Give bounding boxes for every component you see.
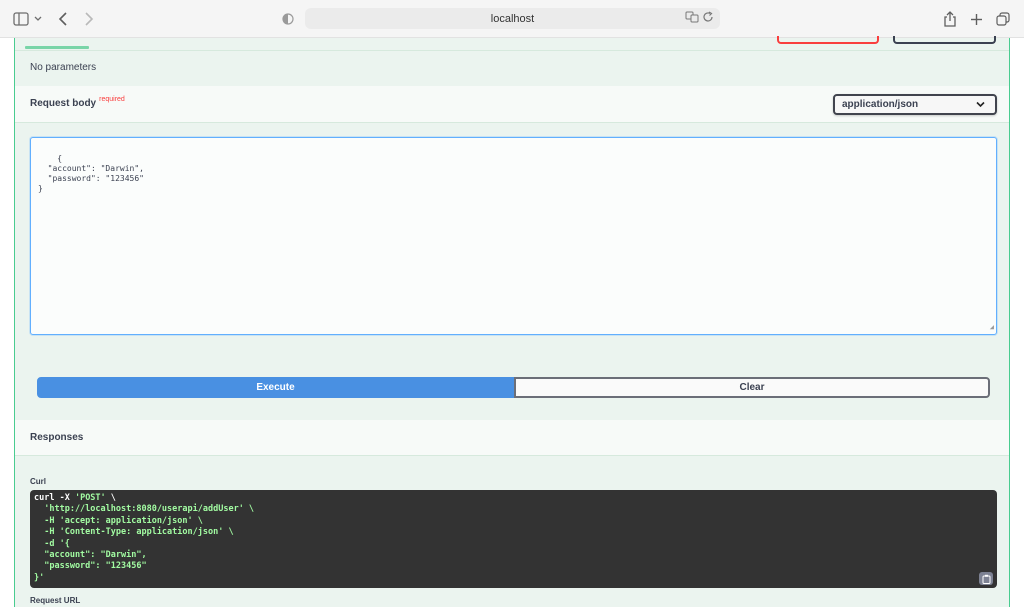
curl-label: Curl — [30, 477, 46, 486]
new-tab-icon[interactable] — [970, 9, 983, 29]
request-body-title: Request body required — [30, 96, 125, 109]
chevron-down-icon[interactable] — [34, 9, 42, 29]
request-body-label: Request body — [30, 98, 97, 109]
divider — [15, 455, 1009, 456]
curl-line: curl -X 'POST' \ — [34, 493, 116, 503]
request-body-text: { "account": "Darwin", "password": "1234… — [38, 154, 144, 193]
tabs-overview-icon[interactable] — [996, 9, 1010, 29]
reload-icon[interactable] — [703, 11, 714, 26]
cancel-button[interactable] — [777, 36, 879, 44]
back-icon[interactable] — [58, 9, 68, 29]
curl-method: 'POST' — [74, 493, 106, 503]
operation-panel: No parameters Request body required appli… — [14, 36, 1010, 607]
responses-header: Responses — [15, 420, 1009, 455]
tab-indicator — [25, 46, 89, 49]
curl-line: "account": "Darwin", — [34, 550, 147, 561]
no-parameters-text: No parameters — [30, 62, 97, 73]
request-url-label: Request URL — [30, 596, 81, 605]
content-type-value: application/json — [842, 99, 919, 110]
curl-line: -H 'accept: application/json' \ — [34, 515, 203, 526]
curl-line: -H 'Content-Type: application/json' \ — [34, 527, 234, 538]
privacy-shield-icon[interactable] — [282, 9, 294, 29]
translate-icon[interactable] — [685, 11, 699, 26]
curl-code-block: curl -X 'POST' \ 'http://localhost:8080/… — [30, 490, 997, 588]
responses-title: Responses — [30, 432, 84, 443]
curl-line: -d '{ — [34, 538, 70, 549]
required-label: required — [99, 96, 125, 103]
content-type-select[interactable]: application/json — [833, 94, 997, 115]
try-it-out-button[interactable] — [893, 36, 996, 44]
share-icon[interactable] — [944, 9, 956, 29]
curl-line: }' — [34, 572, 45, 583]
divider — [15, 50, 1009, 51]
url-text: localhost — [490, 12, 535, 25]
chevron-down-icon — [976, 100, 985, 111]
clear-button[interactable]: Clear — [514, 377, 990, 398]
divider — [15, 122, 1009, 123]
address-bar[interactable]: localhost — [305, 8, 720, 29]
execute-button[interactable]: Execute — [37, 377, 514, 398]
browser-toolbar: localhost — [0, 0, 1024, 38]
request-body-textarea[interactable]: { "account": "Darwin", "password": "1234… — [30, 137, 997, 335]
forward-icon[interactable] — [84, 9, 94, 29]
curl-line: 'http://localhost:8080/userapi/addUser' … — [34, 504, 255, 515]
copy-to-clipboard-icon[interactable] — [979, 572, 993, 585]
resize-handle-icon[interactable]: ◢ — [990, 322, 994, 332]
curl-line: "password": "123456" — [34, 561, 147, 572]
sidebar-icon[interactable] — [13, 9, 29, 29]
